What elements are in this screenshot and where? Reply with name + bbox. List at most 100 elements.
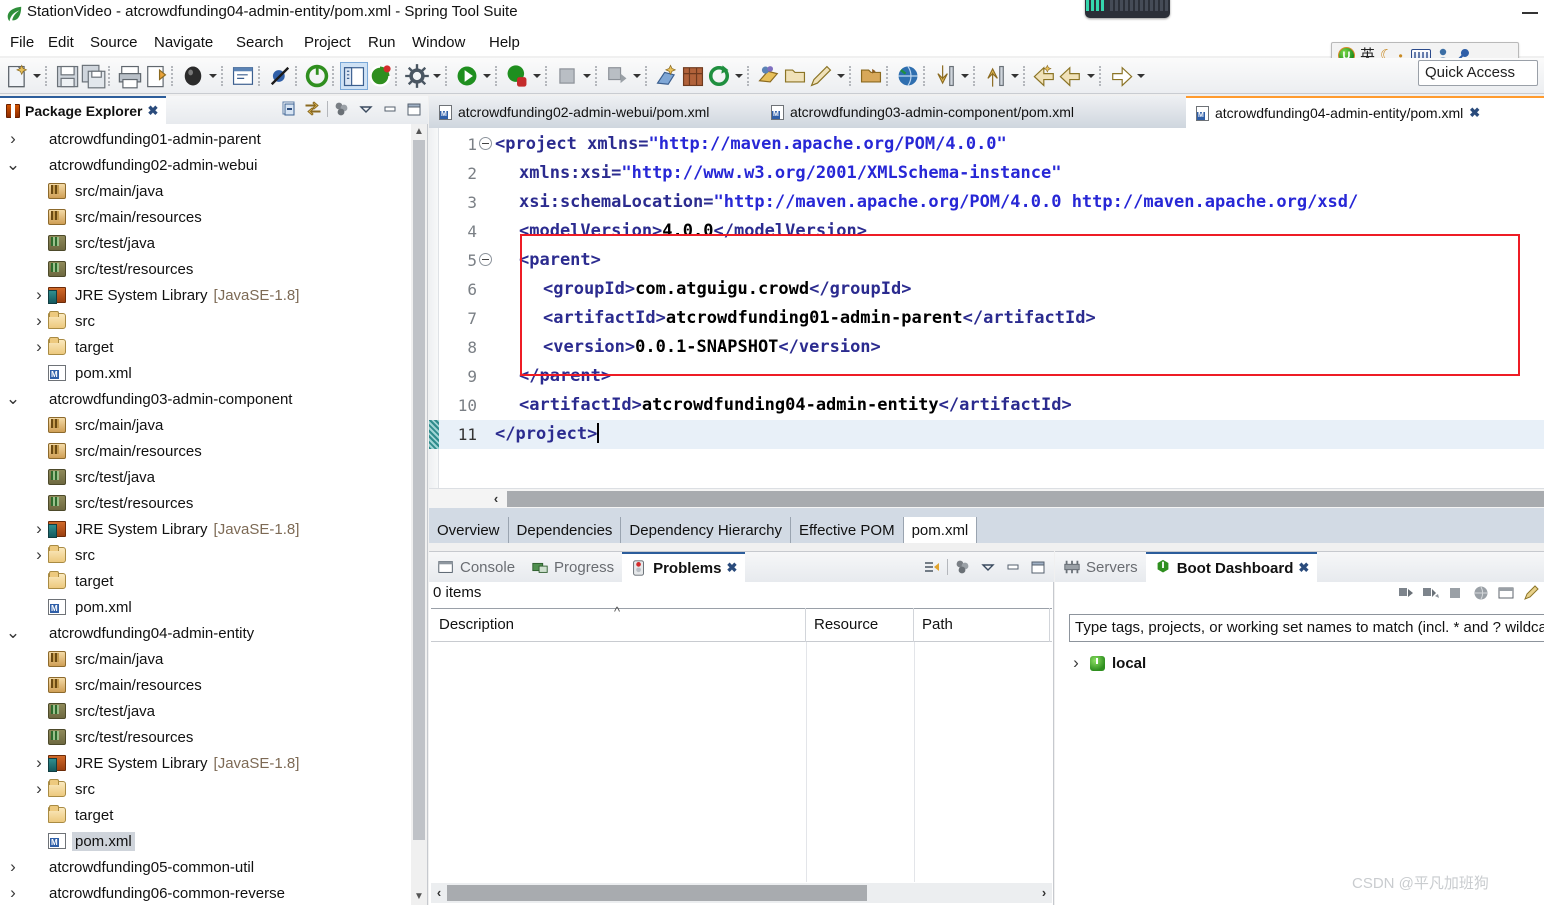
boot-dashboard-tree[interactable]: › local	[1069, 650, 1539, 676]
debug-icon[interactable]	[180, 63, 206, 89]
open-resource-icon[interactable]	[858, 63, 884, 89]
editor-tab[interactable]: atcrowdfunding04-admin-entity/pom.xml ✖	[1186, 96, 1544, 128]
chevron-right-icon[interactable]: ›	[4, 129, 22, 149]
package-explorer-tree[interactable]: › atcrowdfunding01-admin-parent ⌄ atcrowdfu…	[0, 124, 412, 905]
pom-page-tab[interactable]: Dependency Hierarchy	[621, 517, 791, 543]
menu-run[interactable]: Run	[364, 32, 400, 53]
boot-dashboard-toolbar[interactable]	[1397, 584, 1540, 602]
tree-item[interactable]: target	[0, 568, 412, 594]
boot-dashboard-filter-input[interactable]: Type tags, projects, or working set name…	[1069, 614, 1544, 642]
package-explorer-toolbar[interactable]	[279, 99, 424, 119]
chevron-right-icon[interactable]: ›	[4, 857, 22, 877]
forward-icon[interactable]	[1108, 63, 1134, 89]
open-perspective-icon[interactable]	[340, 61, 368, 90]
boot-run-icon[interactable]	[304, 63, 330, 89]
chevron-right-icon[interactable]: ›	[30, 519, 48, 539]
problems-view-toolbar[interactable]	[922, 557, 1048, 577]
web-icon[interactable]	[895, 63, 921, 89]
package-explorer-scrollbar[interactable]: ▲ ▼	[411, 124, 427, 905]
tree-item[interactable]: src/main/java	[0, 646, 412, 672]
minimize-icon[interactable]	[380, 99, 400, 119]
tree-item[interactable]: pom.xml	[0, 828, 412, 854]
chevron-right-icon[interactable]: ›	[30, 753, 48, 773]
scrollbar-thumb[interactable]	[507, 491, 1544, 507]
terminate-icon[interactable]	[554, 63, 580, 89]
dropdown-arrow-icon[interactable]	[630, 63, 643, 89]
tree-item[interactable]: target	[0, 802, 412, 828]
chevron-right-icon[interactable]: ›	[30, 545, 48, 565]
tree-item[interactable]: src/test/java	[0, 464, 412, 490]
code-line[interactable]: 9 </parent>	[429, 362, 1544, 391]
menu-search[interactable]: Search	[232, 32, 288, 53]
chevron-right-icon[interactable]: ›	[30, 779, 48, 799]
pom-page-tab[interactable]: Dependencies	[508, 517, 622, 543]
link-with-editor-icon[interactable]	[303, 99, 323, 119]
dropdown-arrow-icon[interactable]	[430, 63, 443, 89]
menu-project[interactable]: Project	[300, 32, 355, 53]
export-icon[interactable]	[143, 63, 169, 89]
scrollbar-thumb[interactable]	[413, 140, 425, 840]
stop-icon[interactable]	[1447, 584, 1465, 602]
scroll-left-icon[interactable]: ‹	[487, 489, 505, 509]
chevron-down-icon[interactable]: ⌄	[4, 624, 22, 641]
menu-navigate[interactable]: Navigate	[150, 32, 217, 53]
close-icon[interactable]: ✖	[148, 103, 159, 119]
tree-item[interactable]: › src	[0, 308, 412, 334]
tab-problems[interactable]: Problems ✖	[622, 552, 746, 582]
dropdown-arrow-icon[interactable]	[834, 63, 847, 89]
menu-window[interactable]: Window	[408, 32, 469, 53]
edit-icon[interactable]	[808, 63, 834, 89]
scroll-left-icon[interactable]: ‹	[431, 883, 447, 903]
scroll-right-icon[interactable]: ›	[1036, 883, 1052, 903]
chevron-right-icon[interactable]: ›	[4, 883, 22, 903]
close-icon[interactable]: ✖	[726, 560, 737, 576]
print-icon[interactable]	[117, 63, 143, 89]
pom-page-tab[interactable]: Effective POM	[791, 517, 904, 543]
code-line[interactable]: 7 <artifactId>atcrowdfunding01-admin-pare…	[429, 304, 1544, 333]
code-line[interactable]: 11 </project>	[429, 420, 1544, 449]
tree-item[interactable]: src/test/resources	[0, 256, 412, 282]
chevron-right-icon[interactable]: ›	[30, 311, 48, 331]
forward-back-icon[interactable]	[1058, 63, 1084, 89]
dropdown-arrow-icon[interactable]	[1134, 63, 1147, 89]
menu-source[interactable]: Source	[86, 32, 142, 53]
tab-servers[interactable]: Servers	[1055, 552, 1146, 582]
scroll-up-icon[interactable]: ▲	[411, 124, 427, 140]
minimize-icon[interactable]	[1003, 557, 1023, 577]
tree-item[interactable]: pom.xml	[0, 360, 412, 386]
debug-launch-icon[interactable]	[504, 63, 530, 89]
start-icon[interactable]	[1397, 584, 1415, 602]
scroll-down-icon[interactable]: ▼	[411, 889, 427, 905]
column-divider[interactable]	[914, 642, 915, 882]
maximize-icon[interactable]	[404, 99, 424, 119]
column-header[interactable]: Resource	[806, 608, 914, 642]
scrollbar-thumb[interactable]	[447, 885, 867, 901]
main-toolbar[interactable]	[0, 58, 1544, 94]
dropdown-arrow-icon[interactable]	[732, 63, 745, 89]
dropdown-arrow-icon[interactable]	[958, 63, 971, 89]
tree-item[interactable]: pom.xml	[0, 594, 412, 620]
new-package-icon[interactable]	[680, 63, 706, 89]
problems-table-header[interactable]: Description Resource Path	[431, 608, 1052, 642]
tree-item[interactable]: › src	[0, 776, 412, 802]
editor-tabstrip[interactable]: atcrowdfunding02-admin-webui/pom.xml atcr…	[429, 96, 1544, 128]
console-icon[interactable]	[230, 63, 256, 89]
boot-tree-item[interactable]: › local	[1069, 650, 1539, 676]
edit-config-icon[interactable]	[1522, 584, 1540, 602]
menu-edit[interactable]: Edit	[44, 32, 78, 53]
tree-item[interactable]: › atcrowdfunding01-admin-parent	[0, 126, 412, 152]
tab-boot-dashboard[interactable]: Boot Dashboard ✖	[1145, 552, 1318, 582]
dropdown-arrow-icon[interactable]	[1008, 63, 1021, 89]
problems-horizontal-scrollbar[interactable]: ‹ ›	[431, 883, 1052, 903]
tree-item[interactable]: src/main/resources	[0, 438, 412, 464]
menu-file[interactable]: File	[6, 32, 38, 53]
tree-item[interactable]: src/main/java	[0, 412, 412, 438]
tree-item[interactable]: src/test/resources	[0, 724, 412, 750]
close-icon[interactable]: ✖	[1469, 105, 1480, 121]
open-console-icon[interactable]	[1497, 584, 1515, 602]
view-menu-icon[interactable]	[978, 557, 998, 577]
save-icon[interactable]	[54, 63, 80, 89]
focus-on-selection-icon[interactable]	[922, 557, 942, 577]
save-all-icon[interactable]	[80, 63, 106, 89]
chevron-down-icon[interactable]: ⌄	[4, 390, 22, 407]
